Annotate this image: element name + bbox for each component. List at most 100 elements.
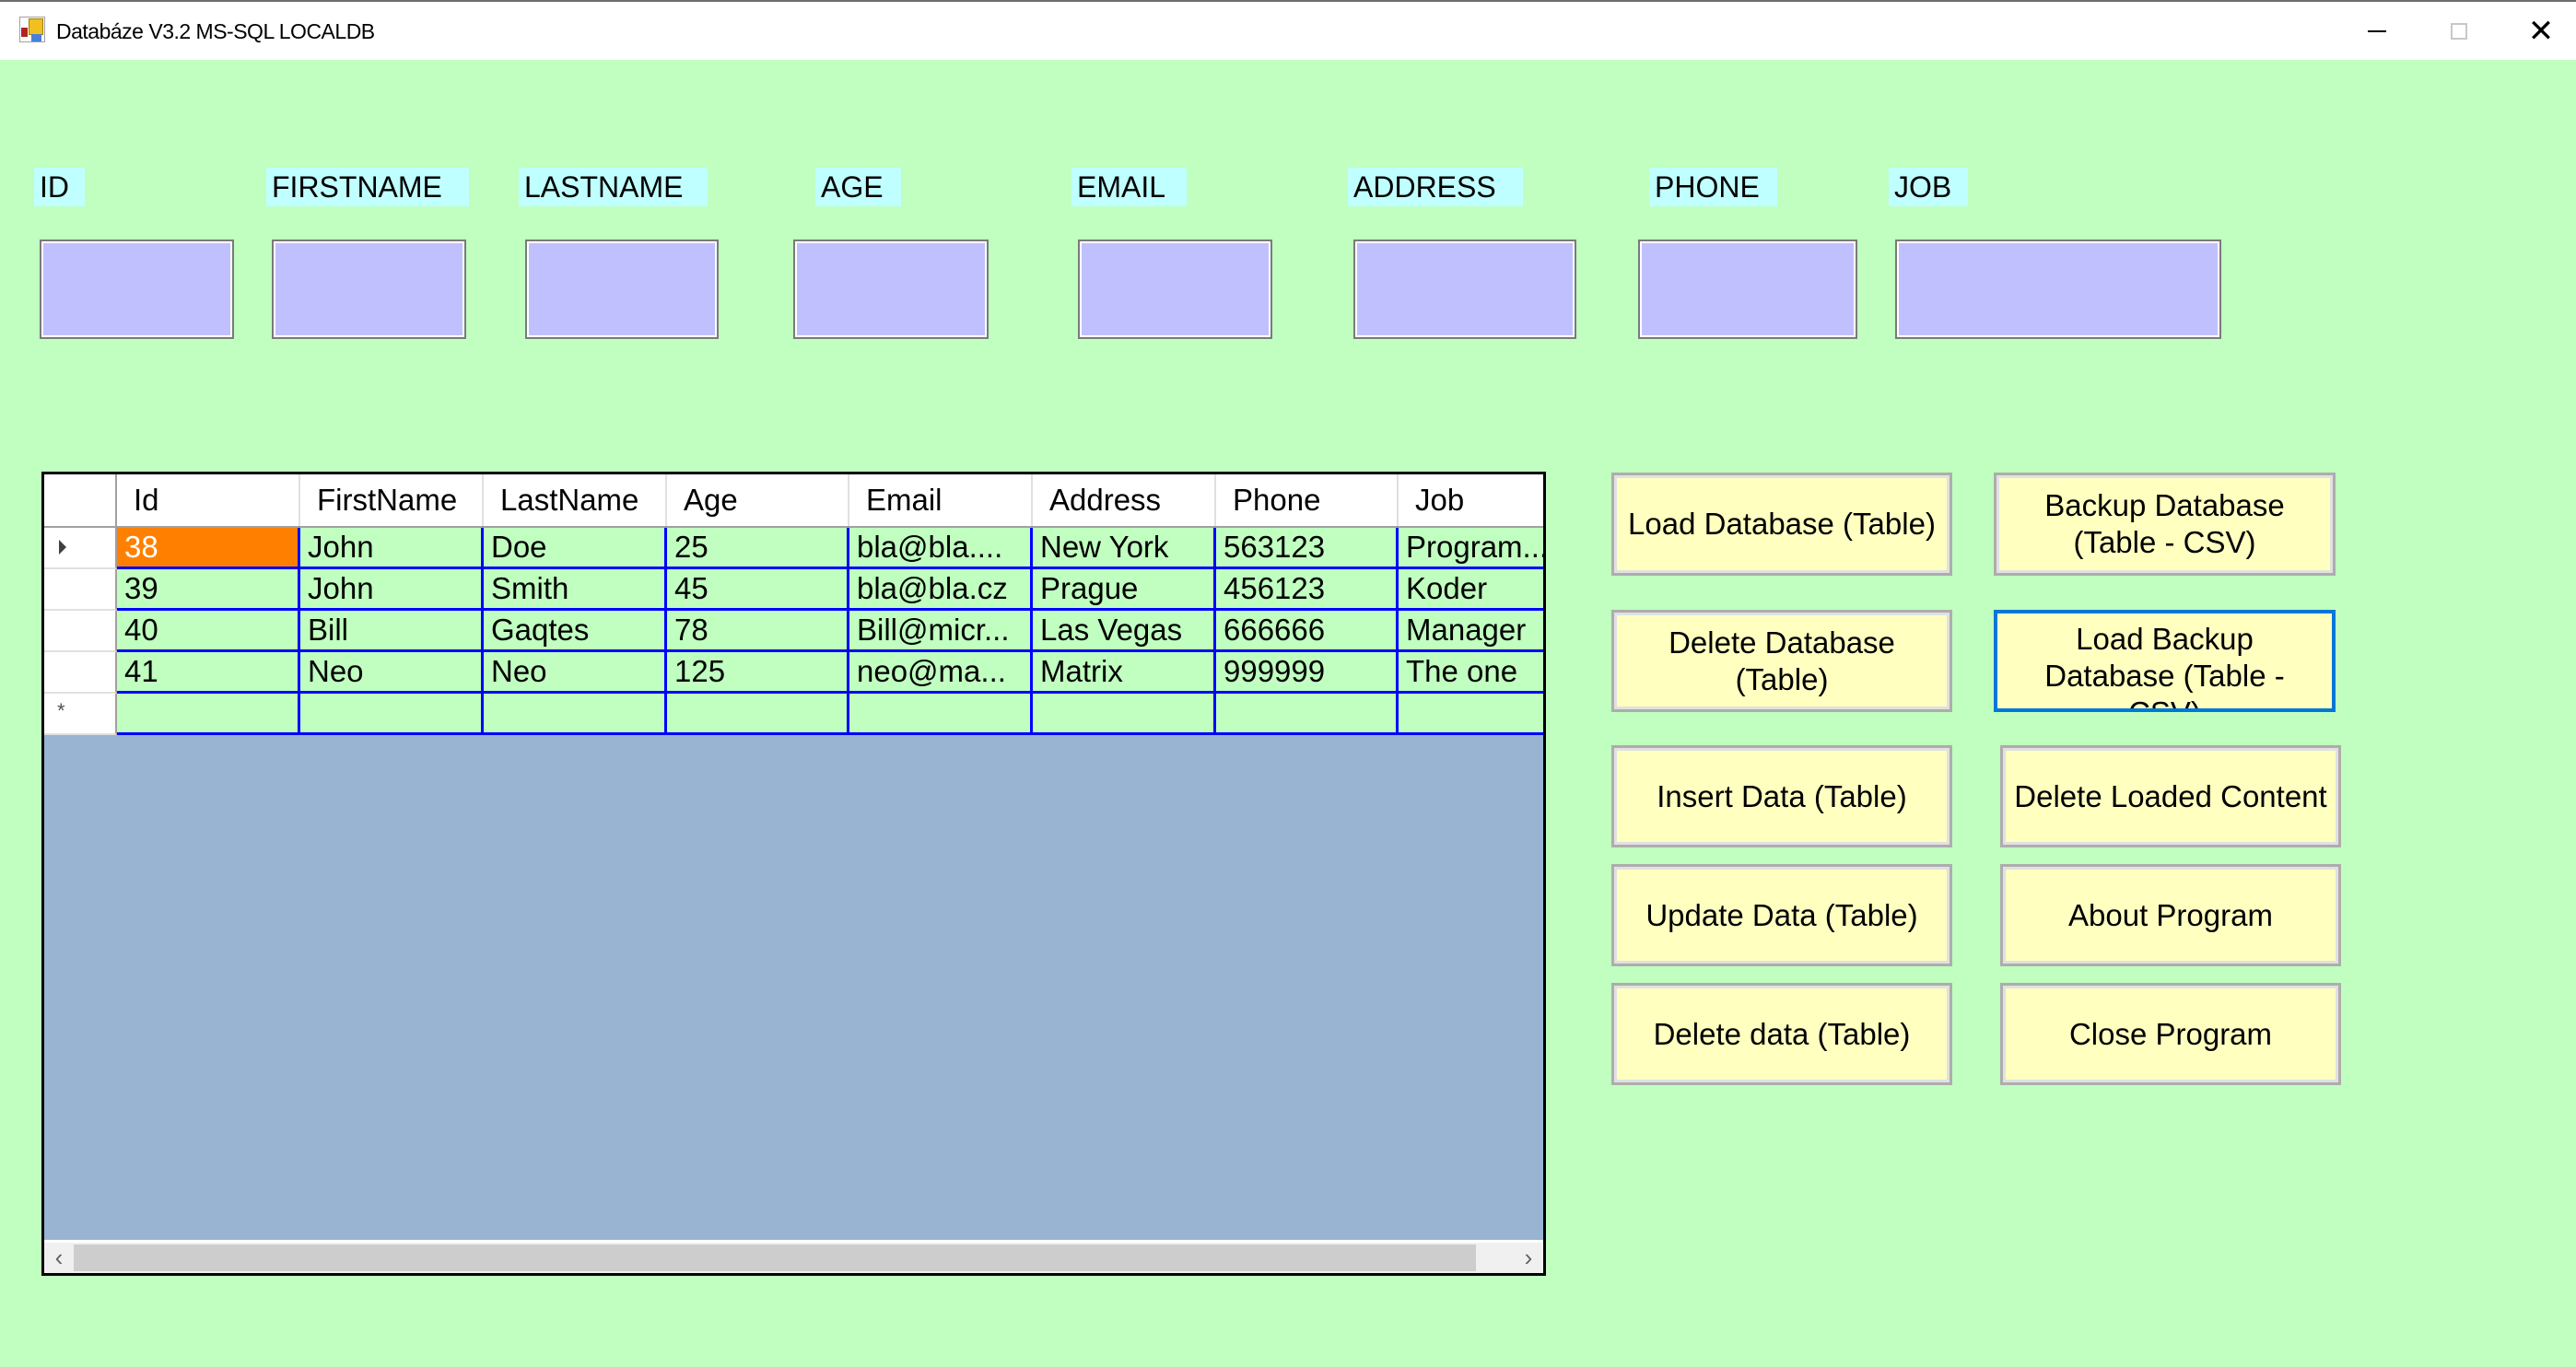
delete-loaded-content-button[interactable]: Delete Loaded Content: [2000, 745, 2341, 847]
cell-firstname[interactable]: Neo: [300, 652, 484, 694]
load-backup-database-button[interactable]: Load Backup Database (Table - CSV): [1994, 610, 2336, 712]
cell-email[interactable]: bla@bla....: [849, 528, 1033, 569]
email-field[interactable]: [1078, 240, 1272, 339]
cell-address[interactable]: [1033, 694, 1216, 735]
cell-job[interactable]: [1399, 694, 1543, 735]
scroll-left-icon[interactable]: ‹: [44, 1243, 74, 1273]
backup-database-button[interactable]: Backup Database (Table - CSV): [1994, 473, 2336, 576]
column-header-phone[interactable]: Phone: [1216, 474, 1399, 526]
table-row[interactable]: 39 John Smith 45 bla@bla.cz Prague 456123 Koder: [44, 569, 1543, 611]
cell-firstname[interactable]: [300, 694, 484, 735]
cell-address[interactable]: Las Vegas: [1033, 611, 1216, 652]
app-database-icon: [19, 17, 45, 42]
label-age: AGE: [815, 168, 901, 206]
cell-phone[interactable]: 666666: [1216, 611, 1399, 652]
grid-header: Id FirstName LastName Age Email Address …: [44, 474, 1543, 528]
maximize-button[interactable]: [2418, 2, 2500, 60]
cell-email[interactable]: Bill@micr...: [849, 611, 1033, 652]
label-job: JOB: [1889, 168, 1968, 206]
close-program-button[interactable]: Close Program: [2000, 983, 2341, 1085]
table-row[interactable]: 38 John Doe 25 bla@bla.... New York 563123 Prog…: [44, 528, 1543, 569]
cell-age[interactable]: 78: [667, 611, 849, 652]
load-database-button[interactable]: Load Database (Table): [1611, 473, 1952, 576]
window-title: Databáze V3.2 MS-SQL LOCALDB: [56, 19, 375, 43]
scroll-right-icon[interactable]: ›: [1514, 1243, 1543, 1273]
row-header[interactable]: [44, 528, 117, 569]
cell-lastname[interactable]: [484, 694, 667, 735]
close-button[interactable]: ✕: [2500, 2, 2576, 60]
cell-phone[interactable]: [1216, 694, 1399, 735]
cell-id[interactable]: [117, 694, 300, 735]
label-firstname: FIRSTNAME: [266, 168, 469, 206]
cell-email[interactable]: bla@bla.cz: [849, 569, 1033, 611]
label-lastname: LASTNAME: [519, 168, 708, 206]
id-field[interactable]: [40, 240, 234, 339]
column-header-job[interactable]: Job: [1399, 474, 1543, 526]
cell-age[interactable]: [667, 694, 849, 735]
cell-lastname[interactable]: Smith: [484, 569, 667, 611]
row-header[interactable]: [44, 569, 117, 611]
horizontal-scrollbar[interactable]: ‹ ›: [44, 1240, 1543, 1273]
job-field[interactable]: [1895, 240, 2221, 339]
cell-firstname[interactable]: John: [300, 528, 484, 569]
lastname-field[interactable]: [525, 240, 719, 339]
cell-age[interactable]: 25: [667, 528, 849, 569]
column-header-email[interactable]: Email: [849, 474, 1033, 526]
cell-address[interactable]: Matrix: [1033, 652, 1216, 694]
update-data-button[interactable]: Update Data (Table): [1611, 864, 1952, 966]
maximize-icon: [2451, 22, 2467, 40]
row-header[interactable]: [44, 611, 117, 652]
cell-email[interactable]: neo@ma...: [849, 652, 1033, 694]
firstname-field[interactable]: [272, 240, 466, 339]
title-bar: Databáze V3.2 MS-SQL LOCALDB ✕: [0, 0, 2576, 60]
grid-new-row[interactable]: *: [44, 694, 1543, 735]
cell-lastname[interactable]: Gaqtes: [484, 611, 667, 652]
label-phone: PHONE: [1649, 168, 1777, 206]
cell-phone[interactable]: 563123: [1216, 528, 1399, 569]
cell-id[interactable]: 38: [117, 528, 300, 569]
cell-address[interactable]: Prague: [1033, 569, 1216, 611]
grid-corner[interactable]: [44, 474, 117, 526]
column-header-id[interactable]: Id: [117, 474, 300, 526]
cell-id[interactable]: 39: [117, 569, 300, 611]
cell-job[interactable]: Koder: [1399, 569, 1543, 611]
label-id: ID: [34, 168, 85, 206]
label-email: EMAIL: [1071, 168, 1187, 206]
cell-lastname[interactable]: Neo: [484, 652, 667, 694]
cell-firstname[interactable]: Bill: [300, 611, 484, 652]
cell-age[interactable]: 45: [667, 569, 849, 611]
column-header-age[interactable]: Age: [667, 474, 849, 526]
column-header-address[interactable]: Address: [1033, 474, 1216, 526]
delete-data-button[interactable]: Delete data (Table): [1611, 983, 1952, 1085]
cell-lastname[interactable]: Doe: [484, 528, 667, 569]
cell-job[interactable]: The one: [1399, 652, 1543, 694]
cell-email[interactable]: [849, 694, 1033, 735]
row-pointer-icon: [59, 540, 66, 555]
cell-id[interactable]: 41: [117, 652, 300, 694]
cell-phone[interactable]: 999999: [1216, 652, 1399, 694]
column-header-lastname[interactable]: LastName: [484, 474, 667, 526]
cell-id[interactable]: 40: [117, 611, 300, 652]
table-row[interactable]: 41 Neo Neo 125 neo@ma... Matrix 999999 The one: [44, 652, 1543, 694]
data-grid[interactable]: Id FirstName LastName Age Email Address …: [41, 472, 1546, 1276]
label-address: ADDRESS: [1348, 168, 1523, 206]
row-header[interactable]: [44, 652, 117, 694]
cell-job[interactable]: Program...: [1399, 528, 1543, 569]
age-field[interactable]: [793, 240, 989, 339]
cell-job[interactable]: Manager: [1399, 611, 1543, 652]
phone-field[interactable]: [1638, 240, 1857, 339]
cell-address[interactable]: New York: [1033, 528, 1216, 569]
delete-database-button[interactable]: Delete Database (Table): [1611, 610, 1952, 712]
row-header[interactable]: *: [44, 694, 117, 735]
address-field[interactable]: [1353, 240, 1576, 339]
table-row[interactable]: 40 Bill Gaqtes 78 Bill@micr... Las Vegas 66666…: [44, 611, 1543, 652]
cell-phone[interactable]: 456123: [1216, 569, 1399, 611]
insert-data-button[interactable]: Insert Data (Table): [1611, 745, 1952, 847]
cell-firstname[interactable]: John: [300, 569, 484, 611]
cell-age[interactable]: 125: [667, 652, 849, 694]
minimize-button[interactable]: [2336, 2, 2418, 60]
about-program-button[interactable]: About Program: [2000, 864, 2341, 966]
scrollbar-thumb[interactable]: [74, 1244, 1476, 1271]
new-row-icon: *: [57, 699, 65, 722]
column-header-firstname[interactable]: FirstName: [300, 474, 484, 526]
